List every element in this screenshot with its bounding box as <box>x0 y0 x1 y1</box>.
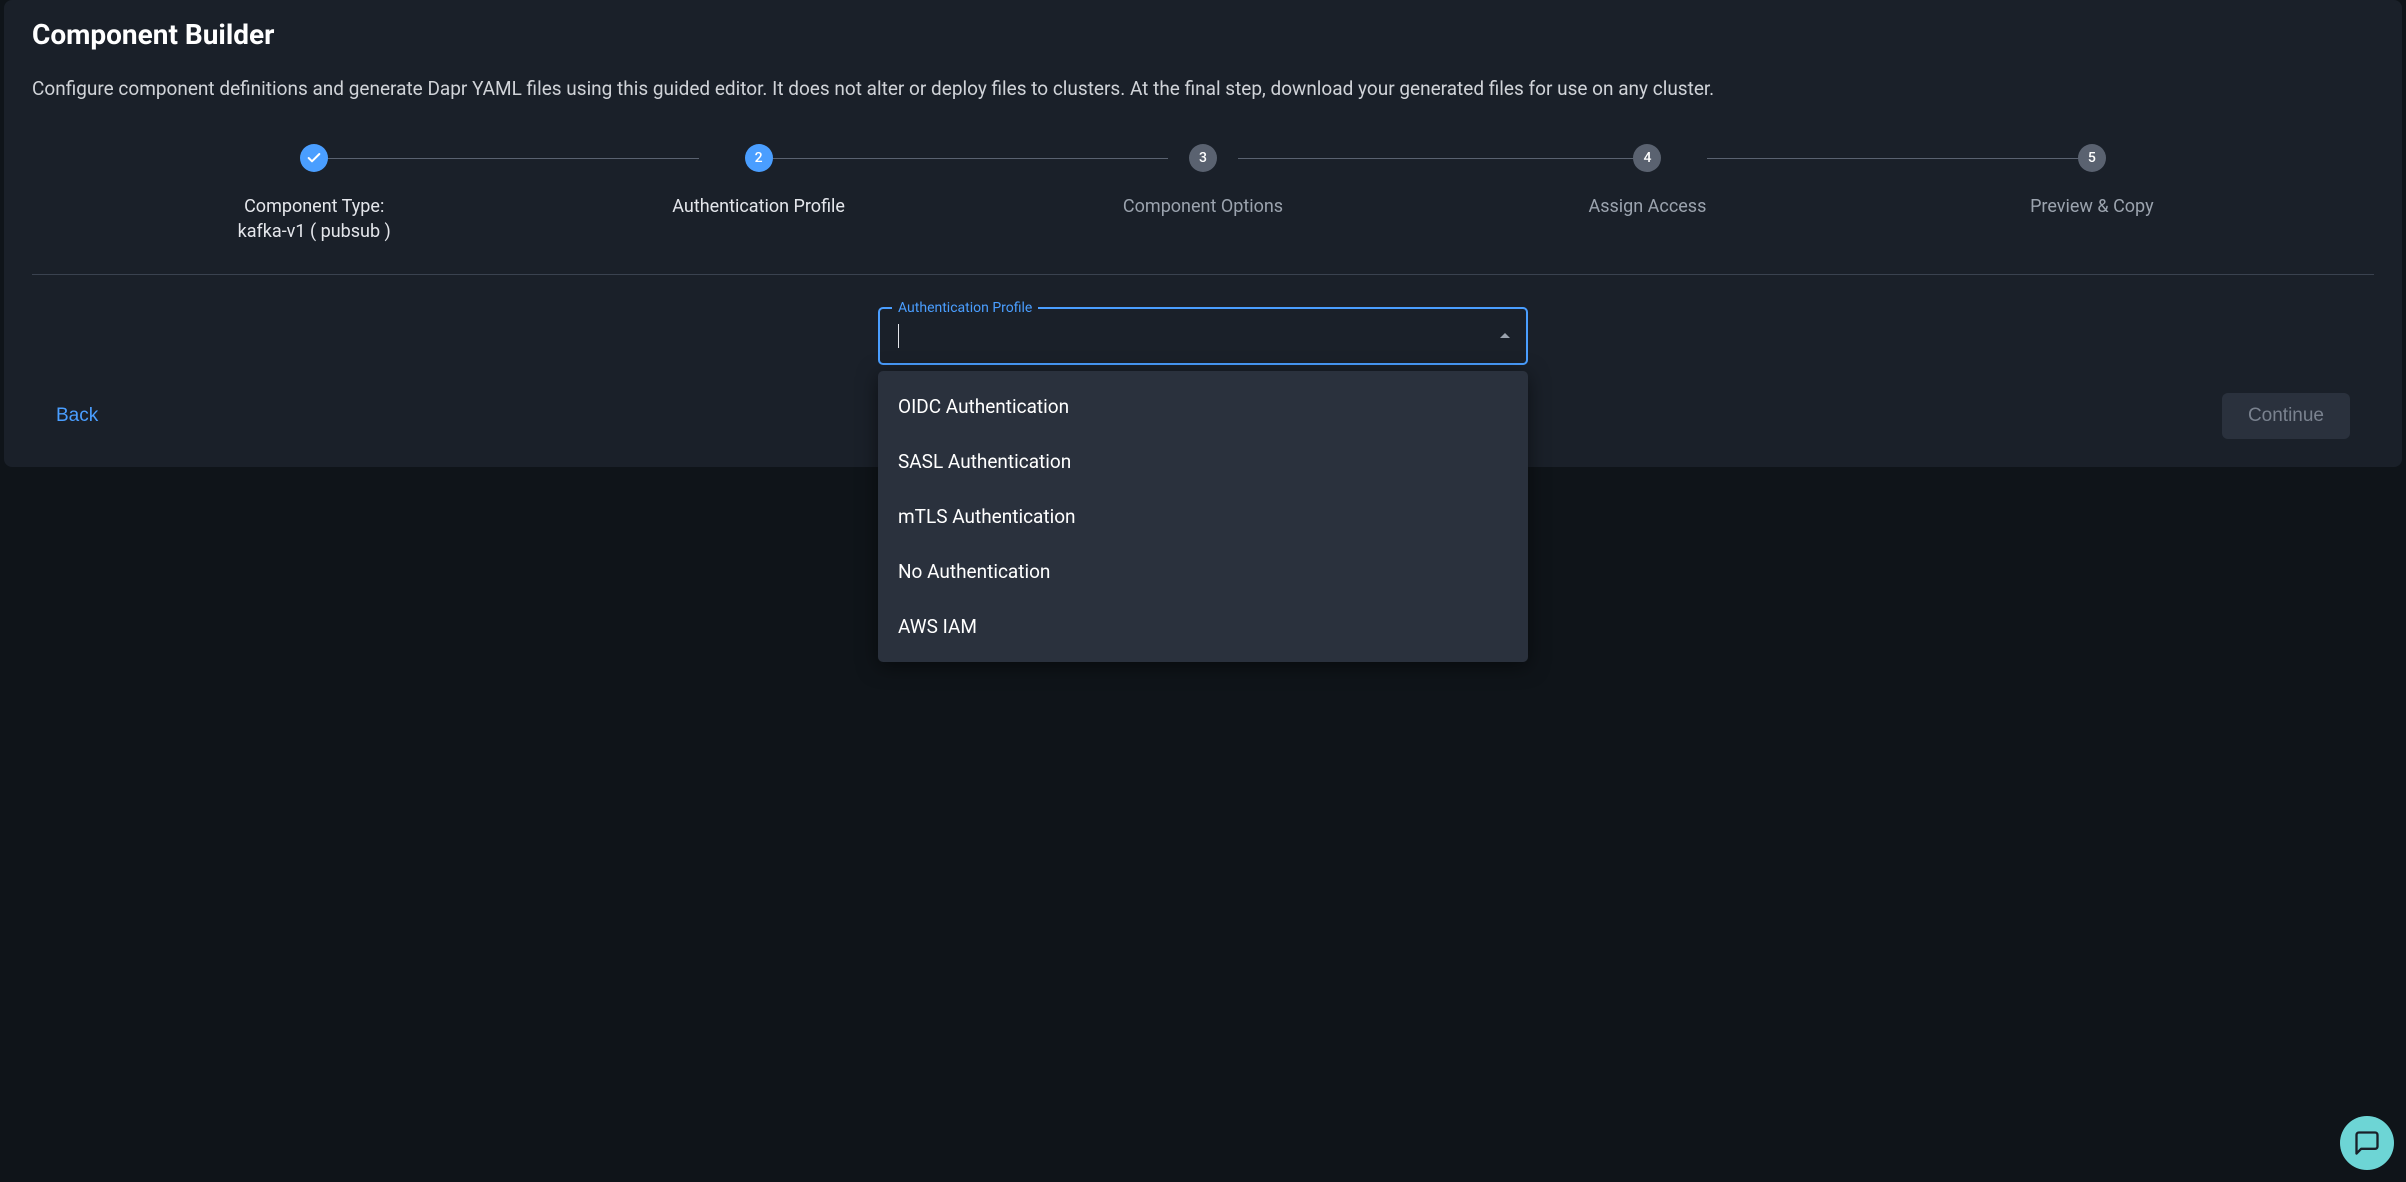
step-circle-completed <box>300 144 328 172</box>
auth-profile-dropdown: OIDC Authentication SASL Authentication … <box>878 371 1528 662</box>
auth-profile-select[interactable]: Authentication Profile <box>878 307 1528 365</box>
back-button[interactable]: Back <box>56 397 98 435</box>
step-component-type[interactable]: Component Type: kafka-v1 ( pubsub ) <box>92 144 536 242</box>
page-title: Component Builder <box>32 18 2374 51</box>
dropdown-item-sasl[interactable]: SASL Authentication <box>878 434 1528 489</box>
form-area: Authentication Profile OIDC Authenticati… <box>32 307 2374 365</box>
step-label: Assign Access <box>1588 194 1706 219</box>
select-field-label: Authentication Profile <box>892 300 1038 316</box>
step-label: Authentication Profile <box>672 194 845 219</box>
step-authentication-profile[interactable]: 2 Authentication Profile <box>536 144 980 219</box>
step-component-options[interactable]: 3 Component Options <box>981 144 1425 219</box>
step-label: Component Type: <box>244 194 384 219</box>
auth-profile-input[interactable] <box>899 327 1500 345</box>
step-circle-pending: 3 <box>1189 144 1217 172</box>
auth-profile-select-wrapper: Authentication Profile OIDC Authenticati… <box>878 307 1528 365</box>
page-description: Configure component definitions and gene… <box>32 75 2374 104</box>
divider <box>32 274 2374 275</box>
step-sublabel: kafka-v1 ( pubsub ) <box>238 221 391 242</box>
check-icon <box>306 150 322 166</box>
step-circle-pending: 5 <box>2078 144 2106 172</box>
step-preview-copy[interactable]: 5 Preview & Copy <box>1870 144 2314 219</box>
step-label: Component Options <box>1123 194 1283 219</box>
chevron-up-icon[interactable] <box>1500 333 1510 338</box>
dropdown-item-no-auth[interactable]: No Authentication <box>878 544 1528 599</box>
dropdown-item-oidc[interactable]: OIDC Authentication <box>878 379 1528 434</box>
dropdown-item-mtls[interactable]: mTLS Authentication <box>878 489 1528 544</box>
continue-button[interactable]: Continue <box>2222 393 2350 439</box>
step-label: Preview & Copy <box>2030 194 2154 219</box>
step-assign-access[interactable]: 4 Assign Access <box>1425 144 1869 219</box>
stepper: Component Type: kafka-v1 ( pubsub ) 2 Au… <box>32 144 2374 242</box>
dropdown-item-aws-iam[interactable]: AWS IAM <box>878 599 1528 654</box>
step-circle-active: 2 <box>745 144 773 172</box>
chat-icon <box>2353 1129 2381 1157</box>
chat-widget-button[interactable] <box>2340 1116 2394 1170</box>
component-builder-panel: Component Builder Configure component de… <box>4 0 2402 467</box>
step-circle-pending: 4 <box>1633 144 1661 172</box>
